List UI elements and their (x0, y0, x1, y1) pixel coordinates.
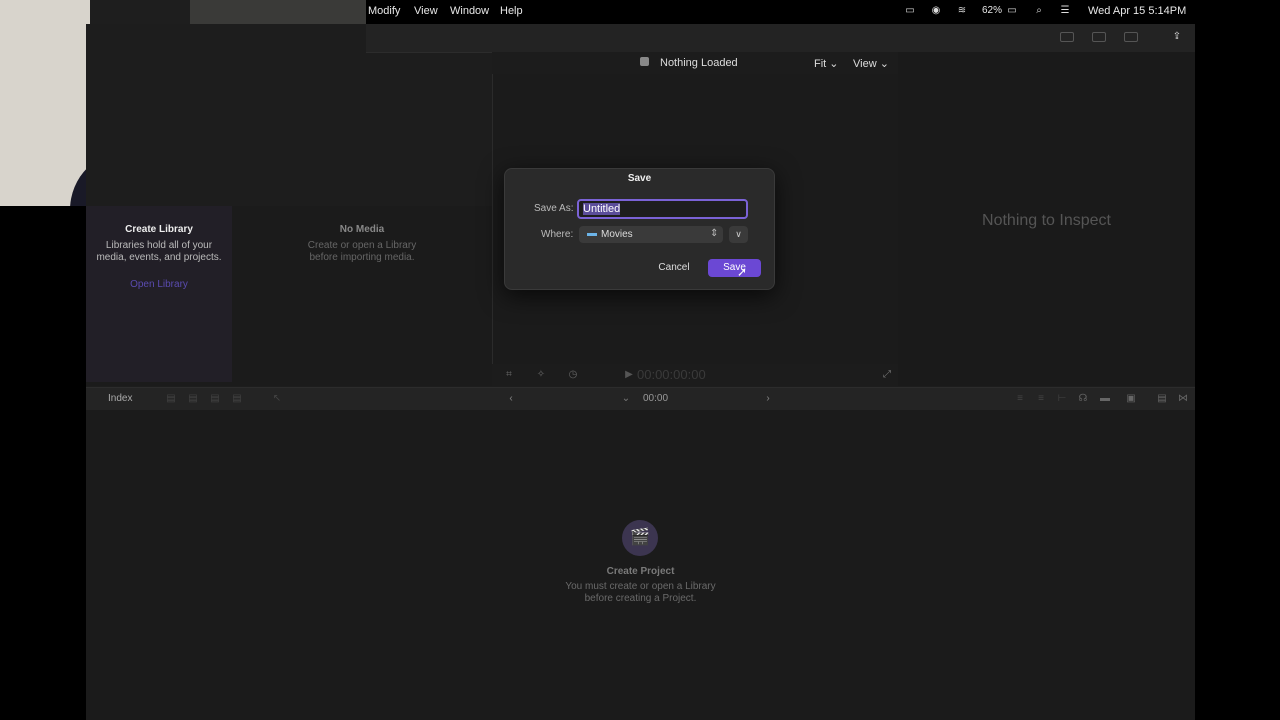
save-button[interactable]: Save (708, 259, 761, 277)
share-icon[interactable]: ⇪ (1170, 31, 1184, 43)
create-project-body-2: before creating a Project. (584, 593, 697, 604)
where-select[interactable]: ▬ Movies ⇕ (579, 226, 723, 243)
menu-window[interactable]: Window (450, 5, 489, 17)
menu-help[interactable]: Help (500, 5, 523, 17)
timeline-dropdown-icon[interactable]: ⌄ (619, 393, 633, 405)
speed-tool-icon[interactable]: ◷ (566, 369, 580, 381)
create-library-card: Create Library Libraries hold all of you… (86, 206, 232, 382)
dialog-title: Save (627, 173, 652, 184)
expand-dialog-button[interactable]: ∨ (729, 226, 748, 243)
audio-skimming-icon[interactable]: ≡ (1013, 393, 1027, 405)
skimming-icon[interactable]: ≡ (1034, 393, 1048, 405)
save-as-label: Save As: (534, 203, 574, 214)
battery-icon[interactable]: ▭ (1003, 5, 1021, 17)
clip-overwrite-icon[interactable]: ▤ (230, 393, 244, 405)
timeline-forward-icon[interactable]: › (761, 393, 775, 405)
where-value: Movies (601, 229, 633, 240)
browser-toggle-icon[interactable] (1060, 32, 1074, 42)
index-button[interactable]: Index (108, 393, 132, 404)
select-tool-icon[interactable]: ↖ (270, 393, 284, 405)
viewer-header: Nothing Loaded Fit ⌄ View ⌄ (492, 52, 898, 75)
enhance-tool-icon[interactable]: ✧ (534, 369, 548, 381)
create-project-body-1: You must create or open a Library (565, 581, 716, 592)
create-project-icon[interactable]: 🎬 (622, 520, 658, 556)
control-center-icon[interactable]: ☰ (1058, 5, 1072, 17)
fullscreen-icon[interactable]: ⤢ (880, 369, 894, 381)
viewer-title: Nothing Loaded (660, 57, 738, 69)
select-arrows-icon: ⇕ (710, 228, 719, 239)
menu-modify[interactable]: Modify (368, 5, 400, 17)
clip-appearance-icon[interactable]: ▬ (1098, 393, 1112, 405)
timeline-pane: 🎬 Create Project You must create or open… (86, 410, 1195, 720)
menu-clock: Wed Apr 15 5:14PM (1088, 5, 1187, 17)
save-as-input[interactable]: Untitled (577, 199, 748, 219)
screen-share-icon[interactable]: ▭ (903, 5, 917, 17)
no-media-body-1: Create or open a Library (307, 240, 417, 251)
play-icon[interactable]: ▶ (622, 369, 636, 381)
film-icon (640, 57, 649, 66)
chevron-down-icon: ∨ (735, 229, 742, 239)
where-label: Where: (541, 229, 574, 240)
timeline-timecode: 00:00 (643, 393, 669, 404)
timeline-toggle-icon[interactable] (1092, 32, 1106, 42)
transitions-browser-icon[interactable]: ⋈ (1176, 393, 1190, 405)
viewer-timecode: 00:00:00:00 (637, 367, 706, 382)
no-media-panel: No Media Create or open a Library before… (232, 206, 492, 386)
save-dialog: Save Save As: Untitled Where: ▬ Movies ⇕… (504, 168, 775, 290)
menu-bar: Modify View Window Help ▭ ◉ ≋ 62% ▭ ⌕ ☰ … (366, 0, 1196, 24)
timeline-back-icon[interactable]: ‹ (504, 393, 518, 405)
cancel-button[interactable]: Cancel (651, 259, 697, 277)
fit-menu[interactable]: Fit ⌄ (814, 57, 839, 70)
no-media-body-2: before importing media. (309, 252, 415, 263)
effects-browser-icon[interactable]: ▤ (1155, 393, 1169, 405)
view-label: View (853, 58, 877, 70)
headphones-icon[interactable]: ☊ (1076, 393, 1090, 405)
inspector-toggle-icon[interactable] (1124, 32, 1138, 42)
battery-percent: 62% (982, 5, 1003, 16)
inspector-empty-text: Nothing to Inspect (982, 212, 1111, 229)
create-library-title: Create Library (125, 224, 193, 235)
timeline-bar: Index ▤ ▤ ▤ ▤ ↖ ‹ ⌄ 00:00 › ≡ ≡ ⊢ ☊ ▬ ▣ … (86, 387, 1195, 411)
create-project-title: Create Project (606, 566, 675, 577)
snapping-icon[interactable]: ⊢ (1055, 393, 1069, 405)
mouse-cursor-icon: ➚ (737, 265, 748, 279)
menu-view[interactable]: View (414, 5, 438, 17)
fit-label: Fit (814, 58, 827, 70)
clip-insert-icon[interactable]: ▤ (186, 393, 200, 405)
crop-tool-icon[interactable]: ⌗ (502, 369, 516, 381)
no-media-title: No Media (339, 224, 385, 235)
view-menu[interactable]: View ⌄ (853, 57, 889, 70)
clip-append-icon[interactable]: ▤ (164, 393, 178, 405)
wifi-icon[interactable]: ≋ (955, 5, 969, 17)
folder-icon: ▬ (587, 228, 597, 239)
inspector-pane: Nothing to Inspect (898, 52, 1195, 386)
create-library-body-1: Libraries hold all of your (105, 240, 213, 251)
play-circle-icon[interactable]: ◉ (929, 5, 943, 17)
create-library-body-2: media, events, and projects. (96, 252, 222, 263)
save-as-value: Untitled (583, 203, 621, 215)
clip-connect-icon[interactable]: ▤ (208, 393, 222, 405)
search-icon[interactable]: ⌕ (1032, 5, 1046, 17)
app-toolbar: ⇪ (366, 24, 1195, 53)
open-library-link[interactable]: Open Library (86, 279, 232, 290)
viewer-footer: ⌗ ✧ ◷ ▶ 00:00:00:00 ⤢ (492, 364, 898, 386)
timeline-index-icon[interactable]: ▣ (1124, 393, 1138, 405)
